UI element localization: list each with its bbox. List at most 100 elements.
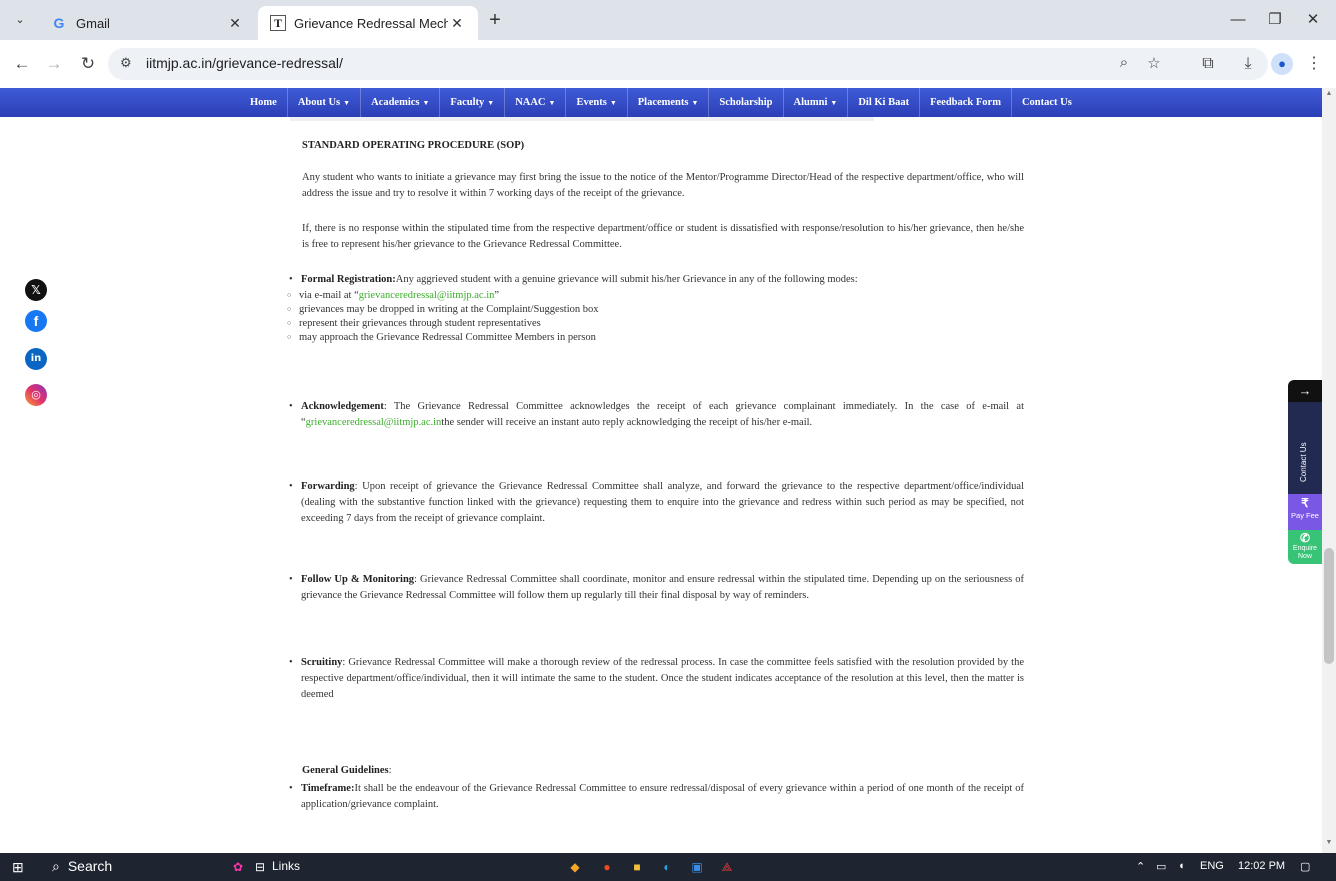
nav-dil-ki-baat[interactable]: Dil Ki Baat bbox=[847, 88, 919, 117]
windows-taskbar: ⊞ ⌕ Search ✿ ⊟ Links ◆ ● ■ ◐ ▣ ⟁ ⌃ ▭ ◖ EN… bbox=[0, 853, 1336, 881]
tab-gmail[interactable]: G Gmail ✕ bbox=[38, 6, 256, 40]
forwarding-label: Forwarding bbox=[301, 481, 355, 492]
tray-chevron-icon[interactable]: ⌃ bbox=[1136, 860, 1145, 873]
linkedin-icon[interactable]: in bbox=[25, 348, 47, 370]
nav-events[interactable]: Events ▼ bbox=[565, 88, 626, 117]
edge-icon[interactable]: ◐ bbox=[657, 858, 677, 876]
restore-icon[interactable]: ❐ bbox=[1260, 8, 1290, 32]
nav-label: Placements bbox=[637, 97, 689, 108]
instagram-icon[interactable]: ◎ bbox=[25, 384, 47, 406]
nav-alumni[interactable]: Alumni ▼ bbox=[782, 88, 848, 117]
nav-feedback-form[interactable]: Feedback Form bbox=[919, 88, 1011, 117]
scroll-up-arrow-icon[interactable]: ▲ bbox=[1322, 90, 1336, 102]
zoom-icon[interactable]: ⌕ bbox=[1114, 54, 1134, 74]
notification-icon[interactable]: ▢ bbox=[1300, 860, 1310, 873]
caret-down-icon: ▼ bbox=[487, 99, 495, 107]
app-icon-1[interactable]: ◆ bbox=[565, 858, 585, 876]
scroll-down-arrow-icon[interactable]: ▼ bbox=[1322, 839, 1336, 851]
task-view-icon[interactable]: ⊟ bbox=[250, 858, 270, 876]
tab-title: Grievance Redressal Mechanism bbox=[294, 15, 448, 31]
volume-icon[interactable]: ◖ bbox=[1178, 860, 1185, 872]
sop-paragraph-2: If, there is no response within the stip… bbox=[302, 223, 1024, 250]
mode-representatives: represent their grievances through stude… bbox=[287, 317, 541, 331]
nav-naac[interactable]: NAAC ▼ bbox=[504, 88, 565, 117]
taskbar-search[interactable]: ⌕ Search bbox=[52, 858, 112, 875]
contact-us-widget-label: Contact Us bbox=[1299, 442, 1308, 482]
tab-strip: ⌄ G Gmail ✕ T Grievance Redressal Mechan… bbox=[0, 0, 1336, 40]
nav-faculty[interactable]: Faculty ▼ bbox=[439, 88, 504, 117]
nav-label: Home bbox=[250, 97, 277, 108]
pay-fee-label: Pay Fee bbox=[1291, 511, 1319, 520]
tab-close-icon[interactable]: ✕ bbox=[226, 15, 244, 32]
tab-grievance[interactable]: T Grievance Redressal Mechanism ✕ bbox=[258, 6, 478, 40]
search-icon: ⌕ bbox=[52, 858, 60, 874]
close-window-icon[interactable]: ✕ bbox=[1298, 8, 1328, 32]
nav-academics[interactable]: Academics ▼ bbox=[360, 88, 439, 117]
weather-widget-icon[interactable]: ✿ bbox=[228, 858, 248, 876]
nav-label: NAAC bbox=[515, 97, 546, 108]
enquire-label-2: Now bbox=[1297, 553, 1312, 560]
nav-placements[interactable]: Placements ▼ bbox=[626, 88, 709, 117]
file-explorer-icon[interactable]: ■ bbox=[627, 858, 647, 876]
reload-icon[interactable]: ↻ bbox=[76, 52, 100, 76]
nav-scholarship[interactable]: Scholarship bbox=[708, 88, 782, 117]
contact-us-widget[interactable]: Contact Us bbox=[1288, 402, 1322, 494]
x-twitter-icon[interactable]: 𝕏 bbox=[25, 279, 47, 301]
download-icon[interactable]: ⤓ bbox=[1236, 52, 1260, 76]
minimize-icon[interactable]: — bbox=[1223, 8, 1253, 32]
tab-close-icon[interactable]: ✕ bbox=[448, 15, 466, 32]
bookmark-star-icon[interactable]: ☆ bbox=[1144, 54, 1164, 74]
timeframe-item: Timeframe:It shall be the endeavour of t… bbox=[287, 781, 1024, 813]
nav-label: Contact Us bbox=[1021, 97, 1072, 108]
caret-down-icon: ▼ bbox=[422, 99, 430, 107]
nav-home[interactable]: Home bbox=[240, 88, 287, 117]
phone-icon: ✆ bbox=[1299, 531, 1311, 545]
new-tab-icon[interactable]: + bbox=[484, 10, 506, 32]
follow-up-item: Follow Up & Monitoring: Grievance Redres… bbox=[287, 572, 1024, 604]
back-icon[interactable]: ← bbox=[10, 52, 34, 76]
tab-search-chevron-icon[interactable]: ⌄ bbox=[10, 10, 30, 30]
acrobat-icon[interactable]: ⟁ bbox=[717, 858, 737, 876]
nav-about-us[interactable]: About Us ▼ bbox=[286, 88, 360, 117]
extensions-icon[interactable]: ⧉ bbox=[1196, 52, 1220, 76]
nav-label: Feedback Form bbox=[930, 97, 1001, 108]
sop-heading: STANDARD OPERATING PROCEDURE (SOP) bbox=[302, 140, 525, 151]
page-scrollbar[interactable]: ▲ ▼ bbox=[1322, 88, 1336, 853]
grievance-email-link[interactable]: grievanceredressal@iitmjp.ac.in bbox=[359, 290, 495, 301]
caret-down-icon: ▼ bbox=[830, 99, 838, 107]
nav-label: About Us bbox=[297, 97, 341, 108]
site-info-icon[interactable]: ⚙ bbox=[120, 55, 132, 71]
nav-contact-us[interactable]: Contact Us bbox=[1010, 88, 1082, 117]
sop-paragraph-1: Any student who wants to initiate a grie… bbox=[302, 172, 1024, 199]
language-indicator[interactable]: ENG bbox=[1200, 860, 1224, 872]
chrome-icon[interactable]: ● bbox=[597, 858, 617, 876]
address-bar[interactable]: ⚙ iitmjp.ac.in/grievance-redressal/ ⌕ ☆ bbox=[108, 48, 1268, 80]
ack-email-link[interactable]: grievanceredressal@iitmjp.ac.in bbox=[306, 417, 442, 428]
gmail-favicon-icon: G bbox=[53, 15, 65, 31]
taskbar-links[interactable]: Links bbox=[272, 859, 300, 873]
forward-icon[interactable]: → bbox=[42, 52, 66, 76]
network-icon[interactable]: ▭ bbox=[1156, 860, 1166, 873]
clock-time[interactable]: 12:02 PM bbox=[1238, 860, 1285, 872]
facebook-icon[interactable]: f bbox=[25, 310, 47, 332]
nav-label: Events bbox=[576, 97, 607, 108]
nav-label: Dil Ki Baat bbox=[858, 97, 910, 108]
formal-registration-text: Any aggrieved student with a genuine gri… bbox=[395, 274, 858, 285]
follow-up-label: Follow Up & Monitoring bbox=[301, 574, 415, 585]
tab-title: Gmail bbox=[76, 15, 110, 31]
pay-fee-widget[interactable]: ₹ Pay Fee bbox=[1288, 494, 1322, 530]
formal-registration-label: Formal Registration: bbox=[301, 274, 396, 285]
mode-email-suffix: ” bbox=[494, 290, 500, 301]
caret-down-icon: ▼ bbox=[691, 99, 699, 107]
store-icon[interactable]: ▣ bbox=[687, 858, 707, 876]
general-guidelines-heading: General Guidelines: bbox=[302, 763, 1024, 779]
windows-start-icon[interactable]: ⊞ bbox=[12, 859, 28, 875]
caret-down-icon: ▼ bbox=[343, 99, 351, 107]
forwarding-text: : Upon receipt of grievance the Grievanc… bbox=[301, 481, 1024, 524]
enquire-now-widget[interactable]: ✆ Enquire Now bbox=[1288, 530, 1322, 564]
menu-kebab-icon[interactable]: ⋮ bbox=[1302, 52, 1326, 76]
scrollbar-thumb[interactable] bbox=[1324, 548, 1334, 664]
acknowledgement-text-2: the sender will receive an instant auto … bbox=[441, 417, 813, 428]
profile-avatar[interactable]: ● bbox=[1271, 53, 1293, 75]
nav-label: Faculty bbox=[450, 97, 485, 108]
